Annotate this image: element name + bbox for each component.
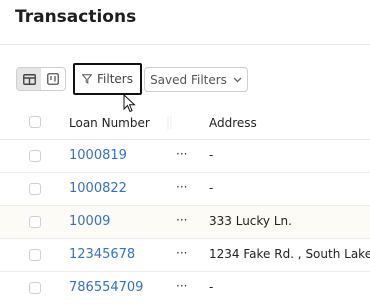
- loan-number-link[interactable]: 10009: [69, 214, 110, 229]
- column-header-loan-number[interactable]: Loan Number: [69, 116, 150, 130]
- table-row[interactable]: 1000822 ··· -: [0, 173, 370, 206]
- saved-filters-dropdown[interactable]: Saved Filters: [144, 67, 248, 92]
- board-view-icon: [47, 73, 59, 85]
- row-checkbox[interactable]: [29, 216, 41, 228]
- address-cell: -: [209, 148, 214, 162]
- loan-number-link[interactable]: 1000819: [69, 148, 127, 163]
- view-toggle: [16, 67, 66, 91]
- table-row[interactable]: 12345678 ··· 1234 Fake Rd. , South Lake …: [0, 239, 370, 272]
- row-checkbox[interactable]: [29, 249, 41, 261]
- row-actions-icon[interactable]: ···: [176, 279, 187, 293]
- table-row[interactable]: 786554709 ··· -: [0, 272, 370, 305]
- row-actions-icon[interactable]: ···: [176, 213, 187, 227]
- header-divider: [0, 44, 370, 45]
- loan-number-link[interactable]: 1000822: [69, 181, 127, 196]
- loan-number-link[interactable]: 12345678: [69, 247, 135, 262]
- row-checkbox[interactable]: [29, 150, 41, 162]
- column-header-address[interactable]: Address: [209, 116, 257, 130]
- select-all-checkbox[interactable]: [29, 116, 41, 128]
- table-header: [0, 107, 370, 140]
- filters-button[interactable]: Filters: [73, 63, 142, 95]
- board-view-button[interactable]: [41, 68, 65, 90]
- chevron-down-icon: [233, 77, 242, 82]
- table-view-button[interactable]: [17, 68, 41, 90]
- row-actions-icon[interactable]: ···: [176, 180, 187, 194]
- table-row[interactable]: 10009 ··· 333 Lucky Ln.: [0, 206, 370, 239]
- table-view-icon: [22, 73, 36, 85]
- address-cell: -: [209, 181, 214, 195]
- address-cell: 1234 Fake Rd. , South Lake T: [209, 247, 370, 261]
- address-cell: -: [209, 280, 214, 294]
- funnel-icon: [82, 74, 92, 84]
- row-checkbox[interactable]: [29, 183, 41, 195]
- page-title: Transactions: [15, 7, 137, 27]
- row-actions-icon[interactable]: ···: [176, 147, 187, 161]
- saved-filters-label: Saved Filters: [150, 72, 227, 87]
- loan-number-link[interactable]: 786554709: [69, 280, 143, 295]
- row-actions-icon[interactable]: ···: [176, 246, 187, 260]
- table-row[interactable]: 1000819 ··· -: [0, 140, 370, 173]
- column-resize-handle[interactable]: [166, 116, 174, 130]
- row-checkbox[interactable]: [29, 282, 41, 294]
- address-cell: 333 Lucky Ln.: [209, 214, 292, 228]
- filters-label: Filters: [97, 72, 133, 86]
